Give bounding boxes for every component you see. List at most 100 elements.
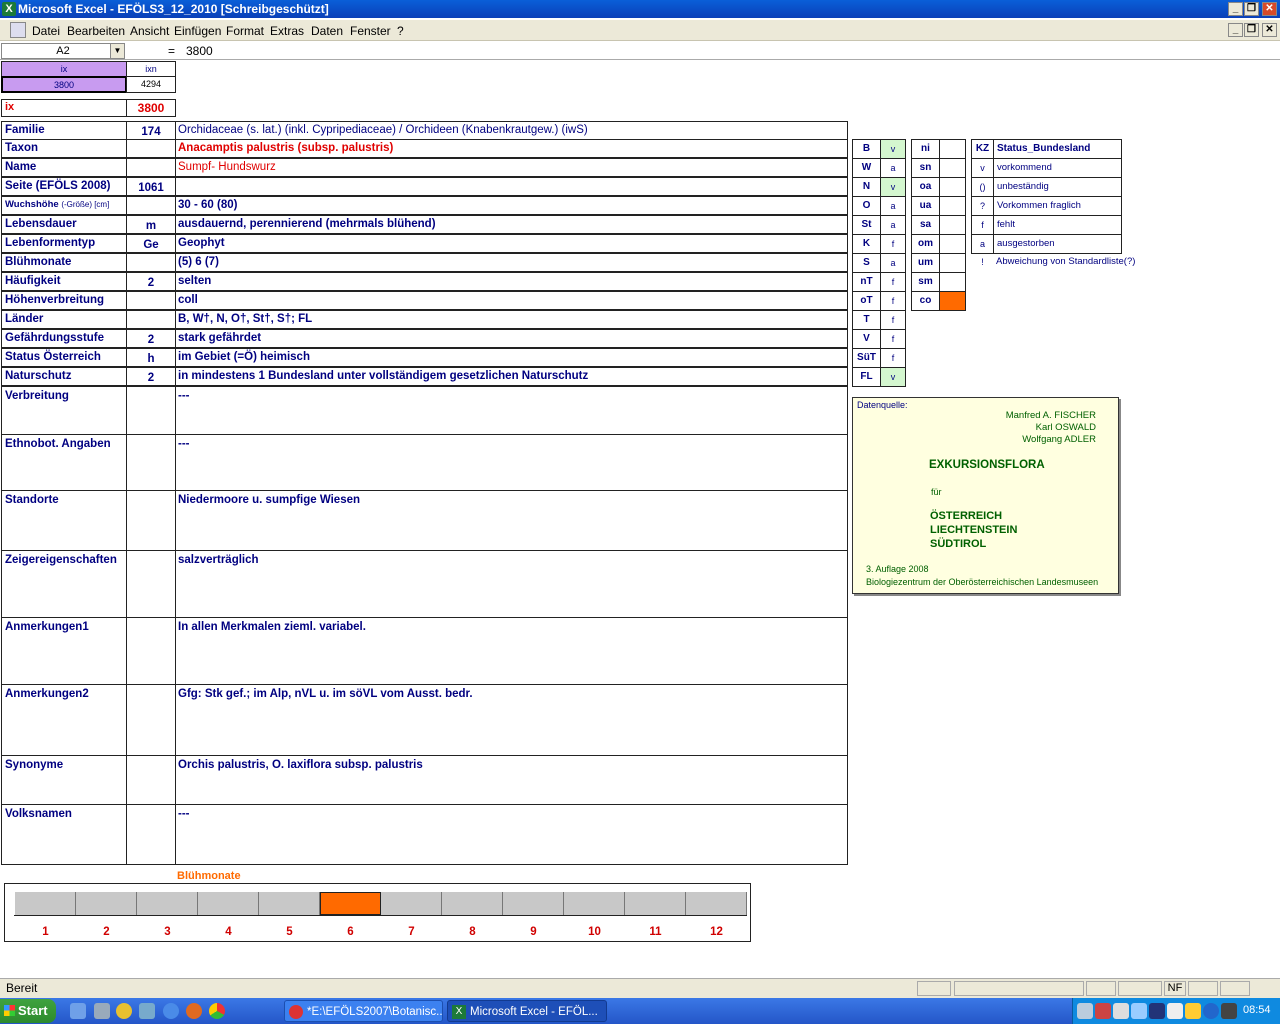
state-value[interactable]: v bbox=[880, 139, 906, 159]
tray-icon[interactable] bbox=[1167, 1003, 1183, 1019]
menu-einfuegen[interactable]: Einfügen bbox=[174, 24, 221, 38]
zone-value[interactable] bbox=[939, 177, 966, 197]
zone-value[interactable] bbox=[939, 196, 966, 216]
workbook-icon[interactable] bbox=[10, 22, 26, 38]
block-value[interactable]: --- bbox=[175, 804, 848, 865]
network-icon[interactable] bbox=[1077, 1003, 1093, 1019]
state-value[interactable]: f bbox=[880, 348, 906, 368]
info-icon[interactable] bbox=[1203, 1003, 1219, 1019]
block-value[interactable]: --- bbox=[175, 434, 848, 491]
row-number[interactable] bbox=[126, 291, 176, 310]
doc-close-button[interactable]: ✕ bbox=[1262, 23, 1277, 37]
row-value[interactable]: Sumpf- Hundswurz bbox=[175, 158, 848, 177]
row-number[interactable] bbox=[126, 253, 176, 272]
doc-minimize-button[interactable]: _ bbox=[1228, 23, 1243, 37]
row-number[interactable]: 2 bbox=[126, 272, 176, 291]
search-icon[interactable] bbox=[1113, 1003, 1129, 1019]
row-number[interactable]: 2 bbox=[126, 367, 176, 386]
zone-value[interactable] bbox=[939, 158, 966, 178]
block-value[interactable]: Gfg: Stk gef.; im Alp, nVL u. im söVL vo… bbox=[175, 684, 848, 756]
state-value[interactable]: f bbox=[880, 272, 906, 292]
shield-icon[interactable] bbox=[1149, 1003, 1165, 1019]
row-number[interactable]: Ge bbox=[126, 234, 176, 253]
name-box[interactable]: A2 ▼ bbox=[1, 43, 125, 59]
zone-value[interactable]: c bbox=[939, 291, 966, 311]
ie-icon[interactable] bbox=[163, 1003, 179, 1019]
menu-fenster[interactable]: Fenster bbox=[350, 24, 391, 38]
tray-icon[interactable] bbox=[1185, 1003, 1201, 1019]
quicklaunch-icon[interactable] bbox=[94, 1003, 110, 1019]
block-num[interactable] bbox=[126, 617, 176, 685]
row-number[interactable] bbox=[126, 158, 176, 177]
menu-daten[interactable]: Daten bbox=[311, 24, 343, 38]
tray-icon[interactable] bbox=[1095, 1003, 1111, 1019]
task-excel[interactable]: X Microsoft Excel - EFÖL... bbox=[447, 1000, 607, 1022]
maximize-button[interactable]: ❐ bbox=[1244, 2, 1259, 16]
ix-big-value[interactable]: 3800 bbox=[126, 99, 176, 117]
row-number[interactable]: m bbox=[126, 215, 176, 234]
zone-value[interactable] bbox=[939, 253, 966, 273]
row-value[interactable]: selten bbox=[175, 272, 848, 291]
state-value[interactable]: a bbox=[880, 158, 906, 178]
state-value[interactable]: f bbox=[880, 310, 906, 330]
menu-bearbeiten[interactable]: Bearbeiten bbox=[67, 24, 125, 38]
ixn-value-cell[interactable]: 4294 bbox=[126, 76, 176, 93]
state-value[interactable]: a bbox=[880, 196, 906, 216]
block-value[interactable]: --- bbox=[175, 386, 848, 435]
row-number[interactable] bbox=[126, 196, 176, 215]
row-value[interactable]: coll bbox=[175, 291, 848, 310]
row-value[interactable]: in mindestens 1 Bundesland unter vollstä… bbox=[175, 367, 848, 386]
menu-format[interactable]: Format bbox=[226, 24, 264, 38]
row-value[interactable]: 30 - 60 (80) bbox=[175, 196, 848, 215]
chrome-icon[interactable] bbox=[209, 1003, 225, 1019]
doc-restore-button[interactable]: ❐ bbox=[1244, 23, 1259, 37]
state-value[interactable]: f bbox=[880, 329, 906, 349]
menu-datei[interactable]: Datei bbox=[32, 24, 60, 38]
state-value[interactable]: v bbox=[880, 367, 906, 387]
row-number[interactable]: 1061 bbox=[126, 177, 176, 196]
state-value[interactable]: a bbox=[880, 253, 906, 273]
menu-extras[interactable]: Extras bbox=[270, 24, 304, 38]
row-number[interactable] bbox=[126, 310, 176, 329]
block-value[interactable]: Niedermoore u. sumpfige Wiesen bbox=[175, 490, 848, 551]
row-value[interactable]: im Gebiet (=Ö) heimisch bbox=[175, 348, 848, 367]
row-value[interactable]: Geophyt bbox=[175, 234, 848, 253]
block-num[interactable] bbox=[126, 490, 176, 551]
task-botanisc[interactable]: *E:\EFÖLS2007\Botanisc... bbox=[284, 1000, 443, 1022]
block-value[interactable]: Orchis palustris, O. laxiflora subsp. pa… bbox=[175, 755, 848, 805]
minimize-button[interactable]: _ bbox=[1228, 2, 1243, 16]
block-num[interactable] bbox=[126, 550, 176, 618]
formula-input[interactable]: 3800 bbox=[186, 44, 213, 58]
quicklaunch-icon[interactable] bbox=[70, 1003, 86, 1019]
block-num[interactable] bbox=[126, 434, 176, 491]
row-number[interactable]: h bbox=[126, 348, 176, 367]
zone-value[interactable] bbox=[939, 272, 966, 292]
menu-help[interactable]: ? bbox=[397, 24, 404, 38]
zone-value[interactable] bbox=[939, 139, 966, 159]
row-value[interactable]: (5) 6 (7) bbox=[175, 253, 848, 272]
row-value[interactable]: Orchidaceae (s. lat.) (inkl. Cypripediac… bbox=[175, 121, 848, 140]
firefox-icon[interactable] bbox=[186, 1003, 202, 1019]
close-button[interactable]: ✕ bbox=[1262, 2, 1277, 16]
block-num[interactable] bbox=[126, 755, 176, 805]
row-value[interactable]: stark gefährdet bbox=[175, 329, 848, 348]
block-value[interactable]: In allen Merkmalen zieml. variabel. bbox=[175, 617, 848, 685]
zone-value[interactable] bbox=[939, 234, 966, 254]
block-value[interactable]: salzverträglich bbox=[175, 550, 848, 618]
chevron-down-icon[interactable]: ▼ bbox=[110, 44, 124, 58]
row-value[interactable] bbox=[175, 177, 848, 196]
block-num[interactable] bbox=[126, 684, 176, 756]
menu-ansicht[interactable]: Ansicht bbox=[130, 24, 169, 38]
state-value[interactable]: f bbox=[880, 291, 906, 311]
zone-value[interactable] bbox=[939, 215, 966, 235]
state-value[interactable]: a bbox=[880, 215, 906, 235]
row-value[interactable]: Anacamptis palustris (subsp. palustris) bbox=[175, 139, 848, 158]
row-value[interactable]: ausdauernd, perennierend (mehrmals blühe… bbox=[175, 215, 848, 234]
row-number[interactable]: 174 bbox=[126, 121, 176, 140]
row-number[interactable] bbox=[126, 139, 176, 158]
start-button[interactable]: Start bbox=[0, 999, 56, 1023]
ix-value-cell[interactable]: 3800 bbox=[1, 76, 127, 93]
quicklaunch-icon[interactable] bbox=[139, 1003, 155, 1019]
tray-icon[interactable] bbox=[1131, 1003, 1147, 1019]
row-value[interactable]: B, W†, N, O†, St†, S†; FL bbox=[175, 310, 848, 329]
